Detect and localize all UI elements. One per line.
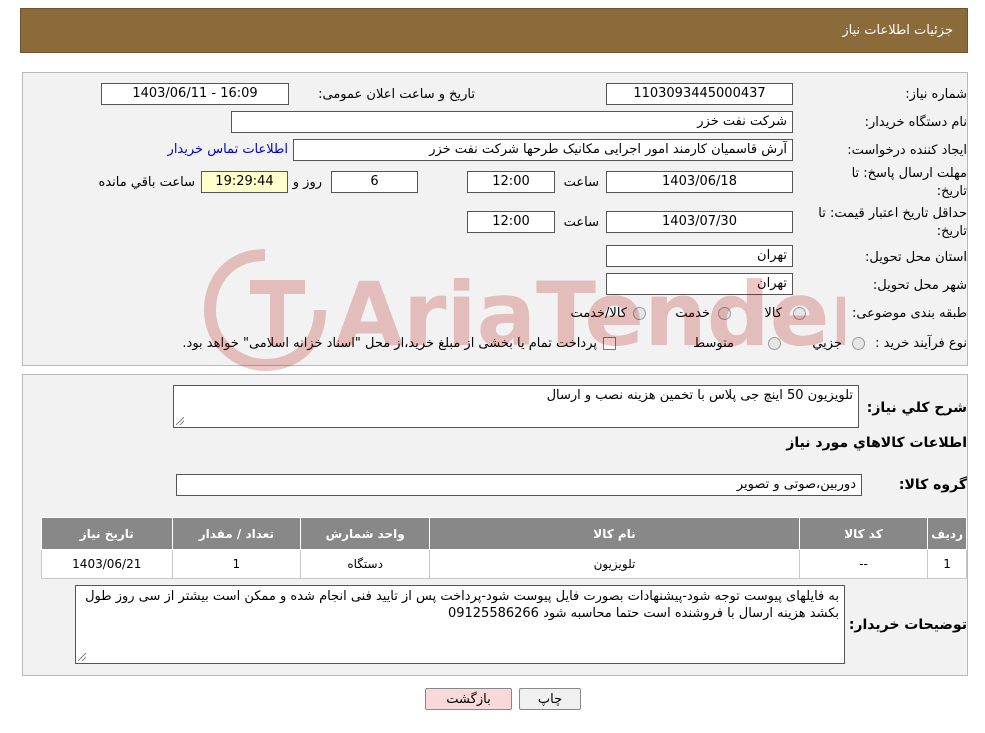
category-option-goods-service: کالا/خدمت	[570, 306, 627, 321]
process-radio-minor[interactable]	[852, 337, 865, 350]
cell-row-number: 1	[927, 549, 967, 579]
summary-text: تلویزیون 50 اینچ جی پلاس با تخمین هزینه …	[546, 388, 853, 403]
validity-date-field: 1403/07/30	[606, 211, 793, 233]
category-option-goods: کالا	[764, 306, 782, 321]
province-label: استان محل تحویل:	[865, 250, 967, 265]
announce-field: 1403/06/11 - 16:09	[101, 83, 289, 105]
category-radio-goods-service[interactable]	[633, 307, 646, 320]
deadline-label: مهلت ارسال پاسخ: تا	[851, 166, 967, 181]
cell-need-date: 1403/06/21	[41, 549, 173, 579]
deadline-time-field: 12:00	[467, 171, 555, 193]
remaining-time-field: 19:29:44	[201, 171, 288, 193]
validity-label-2: تاریخ:	[936, 224, 967, 239]
validity-time-field: 12:00	[467, 211, 555, 233]
table-row: 1 -- تلویزیون دستگاه 1 1403/06/21	[41, 549, 967, 579]
deadline-date-field: 1403/06/18	[606, 171, 793, 193]
goods-group-field: دوربین،صوتی و تصویر	[176, 474, 862, 496]
cell-unit: دستگاه	[300, 549, 431, 579]
need-number-field: 1103093445000437	[606, 83, 793, 105]
need-number-label: شماره نیاز:	[905, 87, 967, 102]
category-radio-goods[interactable]	[793, 307, 806, 320]
buyer-contact-link[interactable]: اطلاعات تماس خریدار	[168, 142, 288, 157]
category-option-service: خدمت	[675, 306, 710, 321]
goods-table: رديف کد کالا نام کالا واحد شمارش تعداد /…	[41, 517, 967, 579]
treasury-payment-checkbox[interactable]	[603, 337, 616, 350]
days-label: روز و	[292, 175, 322, 190]
resize-handle-icon[interactable]	[78, 653, 86, 661]
col-quantity: تعداد / مقدار	[171, 517, 302, 550]
print-button[interactable]: چاپ	[519, 688, 581, 710]
col-row-number: رديف	[927, 517, 967, 550]
deadline-time-label: ساعت	[563, 175, 599, 190]
summary-textarea[interactable]: تلویزیون 50 اینچ جی پلاس با تخمین هزینه …	[173, 385, 859, 428]
category-radio-service[interactable]	[718, 307, 731, 320]
days-field: 6	[331, 171, 418, 193]
validity-label: حداقل تاریخ اعتبار قیمت: تا	[818, 206, 967, 221]
announce-label: تاریخ و ساعت اعلان عمومی:	[318, 87, 475, 102]
payment-note: پرداخت تمام یا بخشی از مبلغ خرید،از محل …	[182, 336, 597, 351]
buyer-notes-label: توضیحات خریدار:	[848, 617, 967, 633]
goods-group-label: گروه کالا:	[898, 477, 967, 493]
col-need-date: تاریخ نیاز	[41, 517, 173, 550]
creator-field: آرش قاسمیان کارمند امور اجرایی مکانیک طر…	[293, 139, 793, 161]
process-option-medium: متوسط	[693, 336, 734, 351]
validity-time-label: ساعت	[563, 215, 599, 230]
page-title: جزئیات اطلاعات نیاز	[842, 23, 953, 38]
process-label: نوع فرآیند خرید :	[875, 336, 967, 351]
page-header: جزئیات اطلاعات نیاز	[20, 8, 968, 53]
buyer-org-label: نام دستگاه خریدار:	[864, 115, 967, 130]
buyer-notes-textarea[interactable]: به فایلهای پیوست توجه شود-پیشنهادات بصور…	[75, 585, 845, 664]
cell-quantity: 1	[171, 549, 302, 579]
process-radio-medium[interactable]	[768, 337, 781, 350]
cell-goods-code: --	[798, 549, 929, 579]
col-unit: واحد شمارش	[300, 517, 431, 550]
col-goods-name: نام کالا	[429, 517, 800, 550]
remaining-label: ساعت باقي مانده	[98, 175, 195, 190]
buyer-notes-text: به فایلهای پیوست توجه شود-پیشنهادات بصور…	[85, 589, 839, 621]
summary-label: شرح کلي نياز:	[866, 400, 967, 416]
category-label: طبقه بندی موضوعی:	[851, 306, 967, 321]
province-field: تهران	[606, 245, 793, 267]
city-field: تهران	[606, 273, 793, 295]
process-option-minor: جزیي	[812, 336, 842, 351]
col-goods-code: کد کالا	[798, 517, 929, 550]
table-header-row: رديف کد کالا نام کالا واحد شمارش تعداد /…	[41, 517, 967, 550]
city-label: شهر محل تحویل:	[872, 278, 967, 293]
resize-handle-icon[interactable]	[176, 417, 184, 425]
deadline-label-2: تاریخ:	[936, 184, 967, 199]
creator-label: ایجاد کننده درخواست:	[847, 143, 967, 158]
goods-info-title: اطلاعات کالاهاي مورد نياز	[786, 435, 967, 451]
back-button[interactable]: بازگشت	[425, 688, 512, 710]
cell-goods-name: تلویزیون	[429, 549, 800, 579]
buyer-org-field: شرکت نفت خزر	[231, 111, 793, 133]
